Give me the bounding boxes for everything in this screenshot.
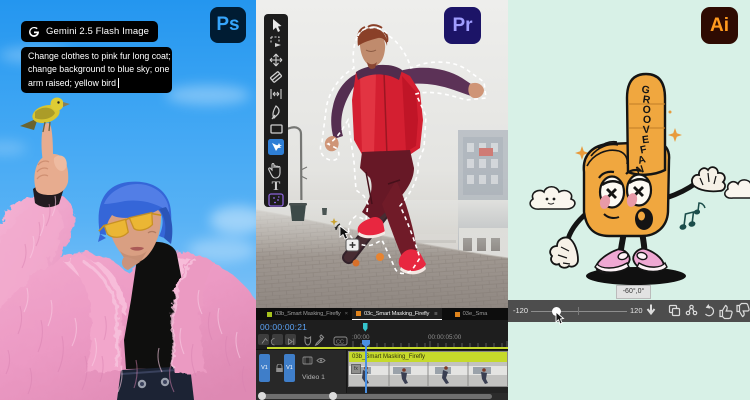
svg-text:CC: CC xyxy=(336,339,344,345)
svg-text:T: T xyxy=(272,178,281,193)
